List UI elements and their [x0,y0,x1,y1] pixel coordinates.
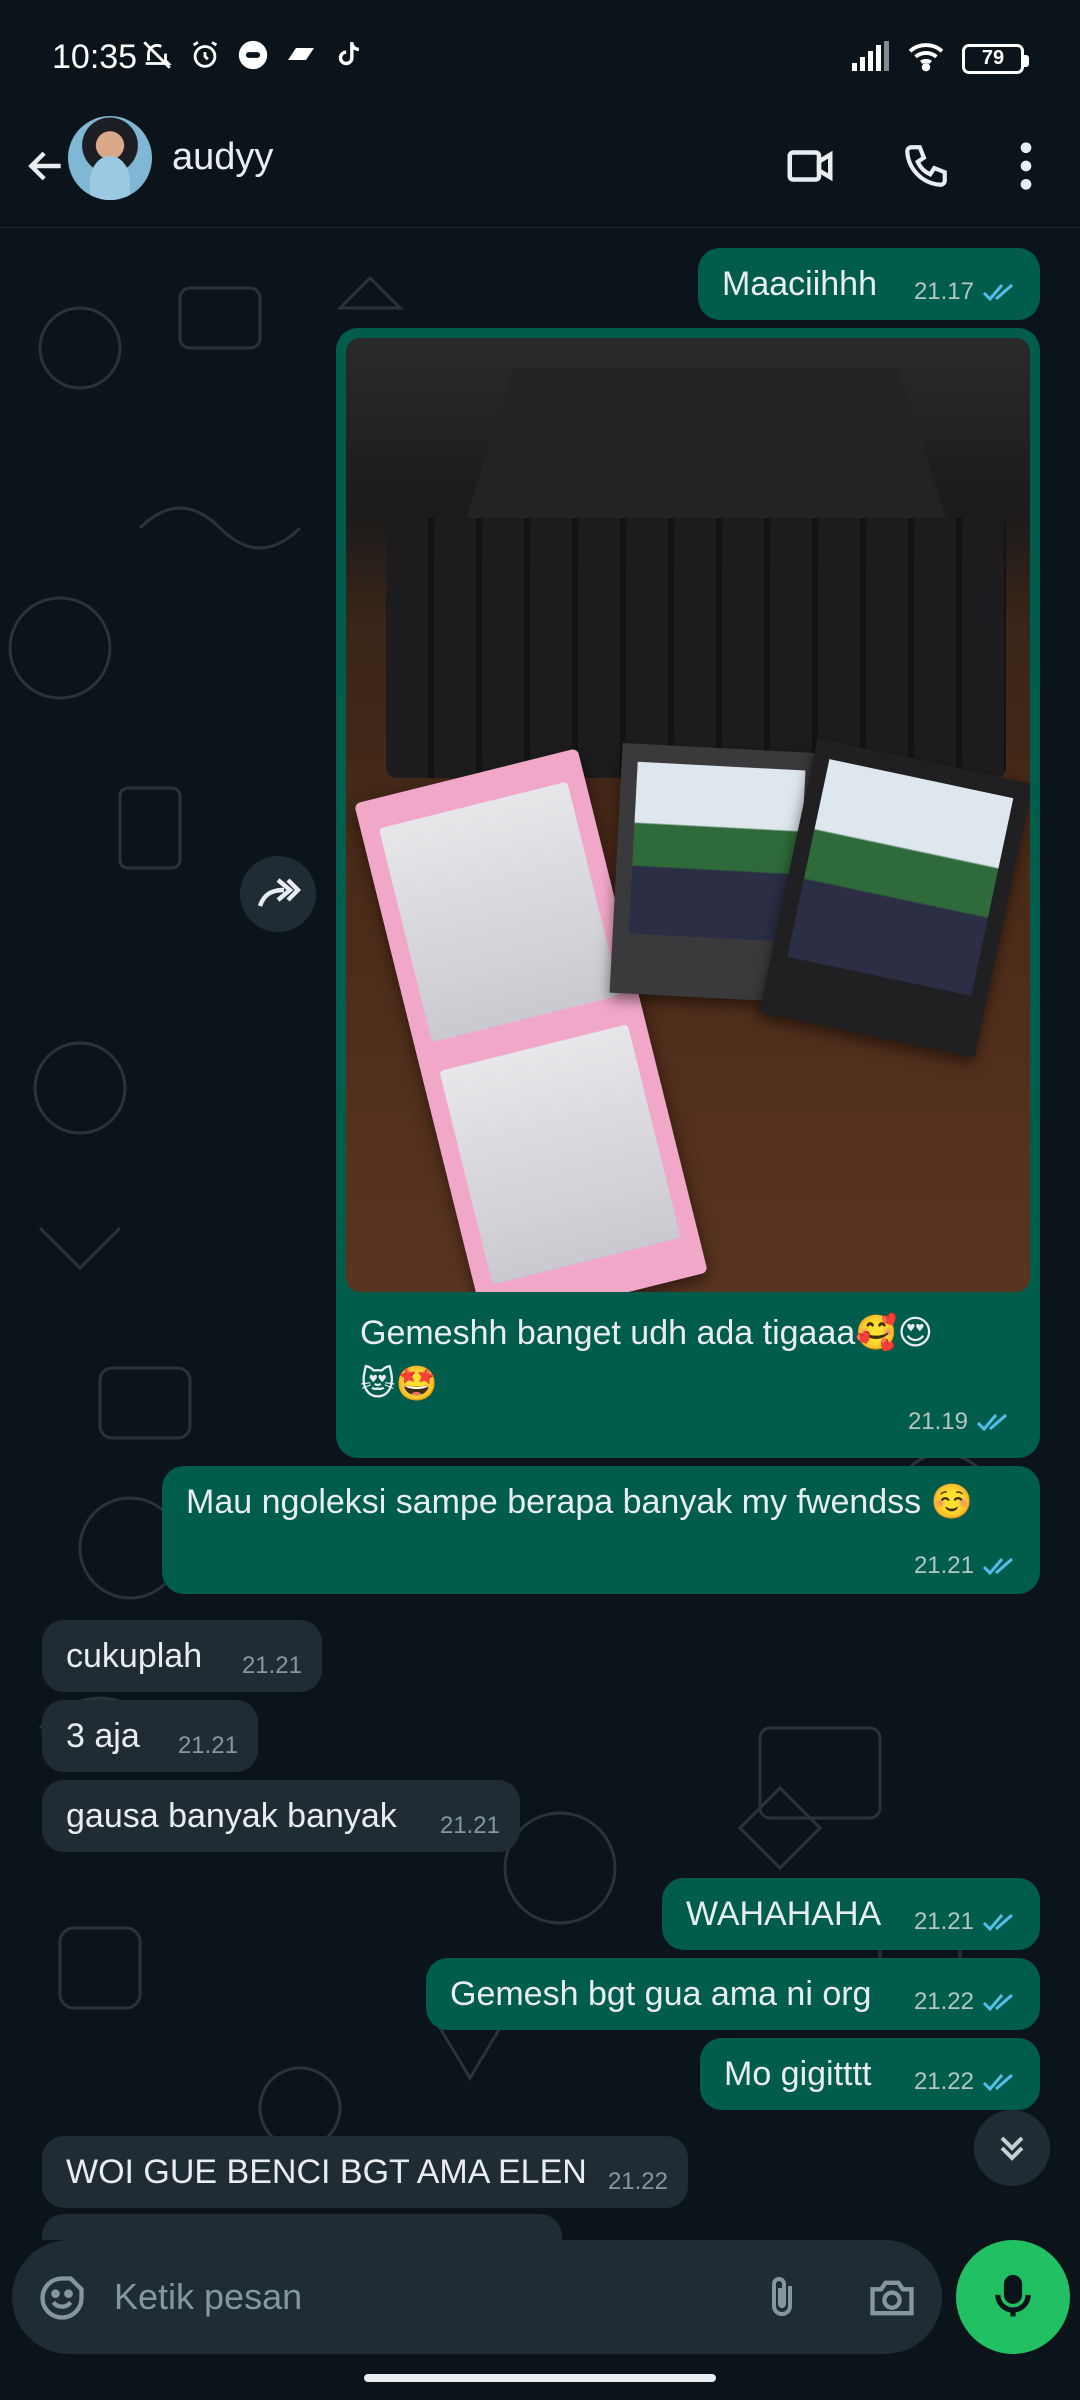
message-text: WOI GUE BENCI BGT AMA ELEN [66,2153,587,2191]
camera-button[interactable] [862,2270,922,2326]
incoming-message-partial[interactable] [42,2214,562,2240]
status-system-icons: 79 [850,40,1029,77]
bank-app-icon [284,38,318,72]
read-ticks-icon [976,1413,1007,1432]
video-call-button[interactable] [778,134,842,198]
message-text: Gemesh bgt gua ama ni org [450,1975,872,2013]
message-input-container[interactable] [12,2240,942,2354]
emoji-button[interactable] [34,2270,90,2326]
more-options-button[interactable] [994,134,1058,198]
message-time: 21.21 [913,1551,974,1579]
incoming-message[interactable]: cukuplah 21.21 [42,1620,322,1692]
forward-button[interactable] [240,856,316,932]
outgoing-message[interactable]: WAHAHAHA 21.21 [662,1878,1040,1950]
photo-keyboard [386,518,1006,778]
read-ticks-icon [982,1913,1013,1932]
battery-indicator: 79 [962,43,1029,74]
chat-header: audyy [0,110,1080,228]
message-text: Mo gigitttt [724,2055,872,2093]
photo-monitor-stand [466,368,946,518]
message-text: WAHAHAHA [686,1895,882,1933]
voice-call-button[interactable] [894,134,958,198]
paperclip-icon [772,2277,792,2316]
status-bar: 10:35 79 [0,0,1080,110]
alarm-icon [188,38,222,72]
double-chevron-down-icon [1000,2136,1024,2161]
outgoing-message[interactable]: Gemesh bgt gua ama ni org 21.22 [426,1958,1040,2030]
tiktok-icon [332,38,366,72]
message-meta: 21.21 [914,1906,1018,1938]
incoming-message[interactable]: gausa banyak banyak 21.21 [42,1780,520,1852]
home-indicator[interactable] [364,2374,716,2382]
message-text: 3 aja [66,1717,140,1755]
message-time: 21.22 [607,2167,668,2195]
caption-line: 😻🤩 [360,1365,438,1403]
scroll-to-bottom-button[interactable] [974,2110,1050,2186]
mute-icon [140,38,174,72]
battery-level: 79 [981,47,1005,69]
status-notification-icons [140,38,366,72]
message-text: cukuplah [66,1637,203,1675]
more-vertical-icon [1020,142,1032,190]
incoming-message[interactable]: 3 aja 21.21 [42,1700,258,1772]
message-text: Maaciihhh [722,265,877,303]
attach-button[interactable] [754,2270,810,2326]
message-meta: 21.21 [914,1550,1018,1582]
chat-area[interactable]: Maaciihhh 21.17 Gemeshh banget udh ada t… [0,228,1080,2240]
message-input[interactable] [114,2270,674,2324]
read-ticks-icon [982,283,1013,302]
status-time: 10:35 [52,38,138,76]
message-time: 21.21 [241,1651,302,1679]
forward-icon [257,878,302,907]
outgoing-message[interactable]: Mau ngoleksi sampe berapa banyak my fwen… [162,1466,1040,1594]
message-time: 21.22 [913,1987,974,2015]
message-time: 21.21 [439,1811,500,1839]
message-meta: 21.19 [908,1408,1012,1436]
message-time: 21.22 [913,2067,974,2095]
read-ticks-icon [982,2073,1013,2092]
outgoing-message[interactable]: Mo gigitttt 21.22 [700,2038,1040,2110]
arrow-left-icon [28,151,61,181]
message-meta: 21.22 [914,1986,1018,2018]
app-notification-icon [236,38,270,72]
signal-icon [850,41,890,76]
read-ticks-icon [982,1557,1013,1576]
voice-message-button[interactable] [956,2240,1070,2354]
outgoing-photo-message[interactable]: Gemeshh banget udh ada tigaaa🥰😍 😻🤩 21.19 [336,328,1040,1458]
wifi-icon [906,40,946,77]
message-time: 21.21 [177,1731,238,1759]
message-time: 21.19 [907,1408,968,1435]
read-ticks-icon [982,1993,1013,2012]
message-meta: 21.22 [914,2066,1018,2098]
photo-caption: Gemeshh banget udh ada tigaaa🥰😍 😻🤩 [346,1292,1030,1410]
phone-icon [905,145,947,187]
message-text: gausa banyak banyak [66,1797,397,1835]
microphone-icon [995,2274,1031,2317]
contact-name[interactable]: audyy [172,136,273,179]
contact-avatar[interactable] [68,116,152,200]
caption-line: Gemeshh banget udh ada tigaaa🥰😍 [360,1314,934,1352]
message-time: 21.21 [913,1907,974,1935]
incoming-message[interactable]: WOI GUE BENCI BGT AMA ELEN 21.22 [42,2136,688,2208]
message-text: Mau ngoleksi sampe berapa banyak my fwen… [186,1483,973,1521]
camera-icon [870,2280,914,2316]
shared-photo[interactable] [346,338,1030,1292]
outgoing-message[interactable]: Maaciihhh 21.17 [698,248,1040,320]
video-camera-icon [787,150,833,182]
message-meta: 21.17 [914,276,1018,308]
message-time: 21.17 [913,277,974,305]
sticker-emoji-icon [40,2276,84,2320]
